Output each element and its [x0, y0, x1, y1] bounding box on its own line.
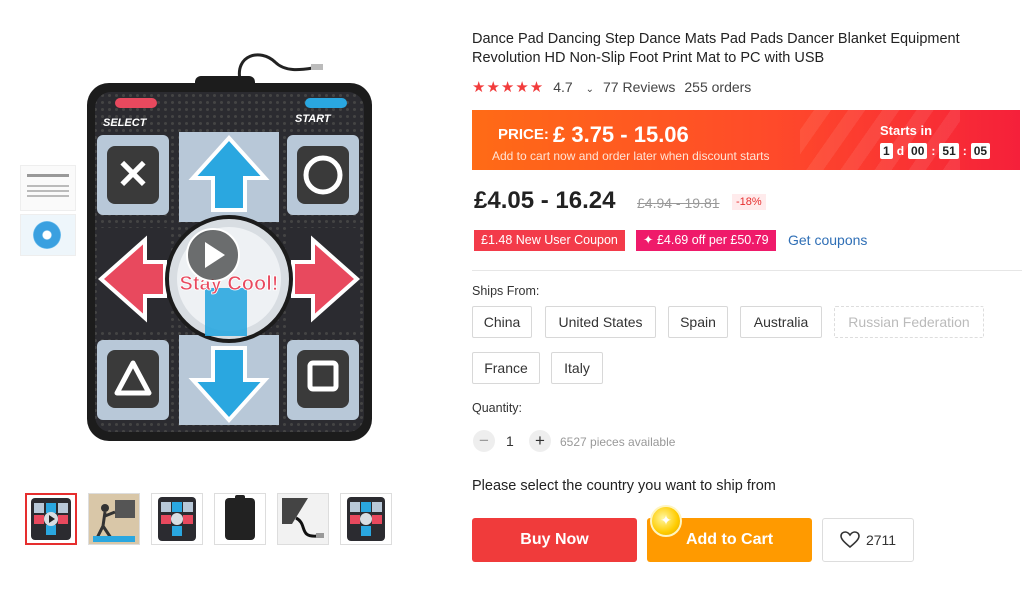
usb-cable-thumbnail-icon — [278, 494, 328, 544]
thumbnail-3[interactable] — [151, 493, 203, 545]
start-label: START — [295, 113, 332, 125]
thumbnail-strip — [25, 493, 392, 545]
discount-badge: -18% — [732, 194, 766, 210]
manual-thumbnail — [20, 165, 76, 211]
coin-badge-icon: ✦ — [650, 505, 682, 537]
rating-row: ★★★★★ 4.7 ⌄ 77 Reviews 255 orders — [472, 78, 760, 96]
quantity-increase-button[interactable]: + — [529, 430, 551, 452]
promo-banner: PRICE: £ 3.75 - 15.06 Add to cart now an… — [472, 110, 1020, 170]
quantity-label: Quantity: — [472, 401, 523, 415]
thumbnail-4[interactable] — [214, 493, 266, 545]
thumbnail-1[interactable] — [25, 493, 77, 545]
reviews-link[interactable]: 77 Reviews — [603, 79, 675, 95]
countdown-days: 1 — [880, 142, 893, 159]
countdown-seconds: 05 — [970, 142, 991, 159]
dance-pad-alt-thumbnail-icon — [347, 497, 385, 541]
dance-pad-image[interactable]: SELECT START ✕ Stay Cool! — [85, 50, 375, 445]
chevron-down-icon: ⌄ — [585, 84, 594, 95]
dance-pad-front-thumbnail-icon — [158, 497, 196, 541]
wishlist-button[interactable]: 2711 — [822, 518, 914, 562]
promo-subtitle: Add to cart now and order later when dis… — [492, 149, 770, 163]
ship-option-china[interactable]: China — [472, 306, 532, 338]
ship-option-australia[interactable]: Australia — [740, 306, 822, 338]
ships-from-label: Ships From: — [472, 284, 540, 298]
countdown-hours: 00 — [908, 142, 928, 159]
ship-from-notice: Please select the country you want to sh… — [472, 478, 776, 494]
buy-now-button[interactable]: Buy Now — [472, 518, 637, 562]
rating-value[interactable]: 4.7 ⌄ — [553, 79, 594, 95]
promo-price-label: PRICE: — [498, 126, 549, 143]
rating-number: 4.7 — [553, 79, 573, 95]
ship-option-russian-federation: Russian Federation — [834, 306, 984, 338]
countdown-separator: : — [931, 143, 936, 158]
original-price: £4.94 - 19.81 — [637, 195, 720, 211]
star-rating-icons: ★★★★★ — [472, 79, 545, 96]
svg-text:✕: ✕ — [116, 153, 150, 197]
ship-option-italy[interactable]: Italy — [551, 352, 603, 384]
get-coupons-link[interactable]: Get coupons — [788, 232, 867, 248]
countdown-days-unit: d — [896, 143, 905, 158]
store-coupon[interactable]: ✦ £4.69 off per £50.79 — [636, 230, 776, 251]
countdown-timer: 1 d 00 : 51 : 05 — [880, 142, 991, 159]
wishlist-count: 2711 — [865, 532, 897, 548]
heart-icon — [840, 531, 860, 549]
promo-price: £ 3.75 - 15.06 — [553, 122, 689, 147]
select-label: SELECT — [103, 117, 148, 129]
orders-count: 255 orders — [684, 79, 752, 95]
starts-in-label: Starts in — [880, 123, 933, 138]
thumbnail-5[interactable] — [277, 493, 329, 545]
countdown-separator: : — [962, 143, 967, 158]
banner-decoration — [800, 110, 960, 170]
ship-option-united-states[interactable]: United States — [545, 306, 656, 338]
divider — [472, 270, 1022, 271]
person-dancing-thumbnail-icon — [89, 494, 139, 544]
available-stock: 6527 pieces available — [560, 435, 676, 449]
quantity-value[interactable]: 1 — [506, 433, 514, 449]
cd-thumbnail — [20, 214, 76, 256]
current-price: £4.05 - 16.24 — [474, 187, 616, 214]
thumbnail-6[interactable] — [340, 493, 392, 545]
ship-option-spain[interactable]: Spain — [668, 306, 728, 338]
new-user-coupon[interactable]: £1.48 New User Coupon — [474, 230, 625, 251]
product-title: Dance Pad Dancing Step Dance Mats Pad Pa… — [472, 31, 960, 66]
dance-pad-back-thumbnail-icon — [225, 495, 255, 540]
thumbnail-2[interactable] — [88, 493, 140, 545]
ship-option-france[interactable]: France — [472, 352, 540, 384]
countdown-minutes: 51 — [939, 142, 959, 159]
quantity-decrease-button[interactable]: − — [473, 430, 495, 452]
dance-pad-thumbnail-icon — [31, 498, 71, 540]
